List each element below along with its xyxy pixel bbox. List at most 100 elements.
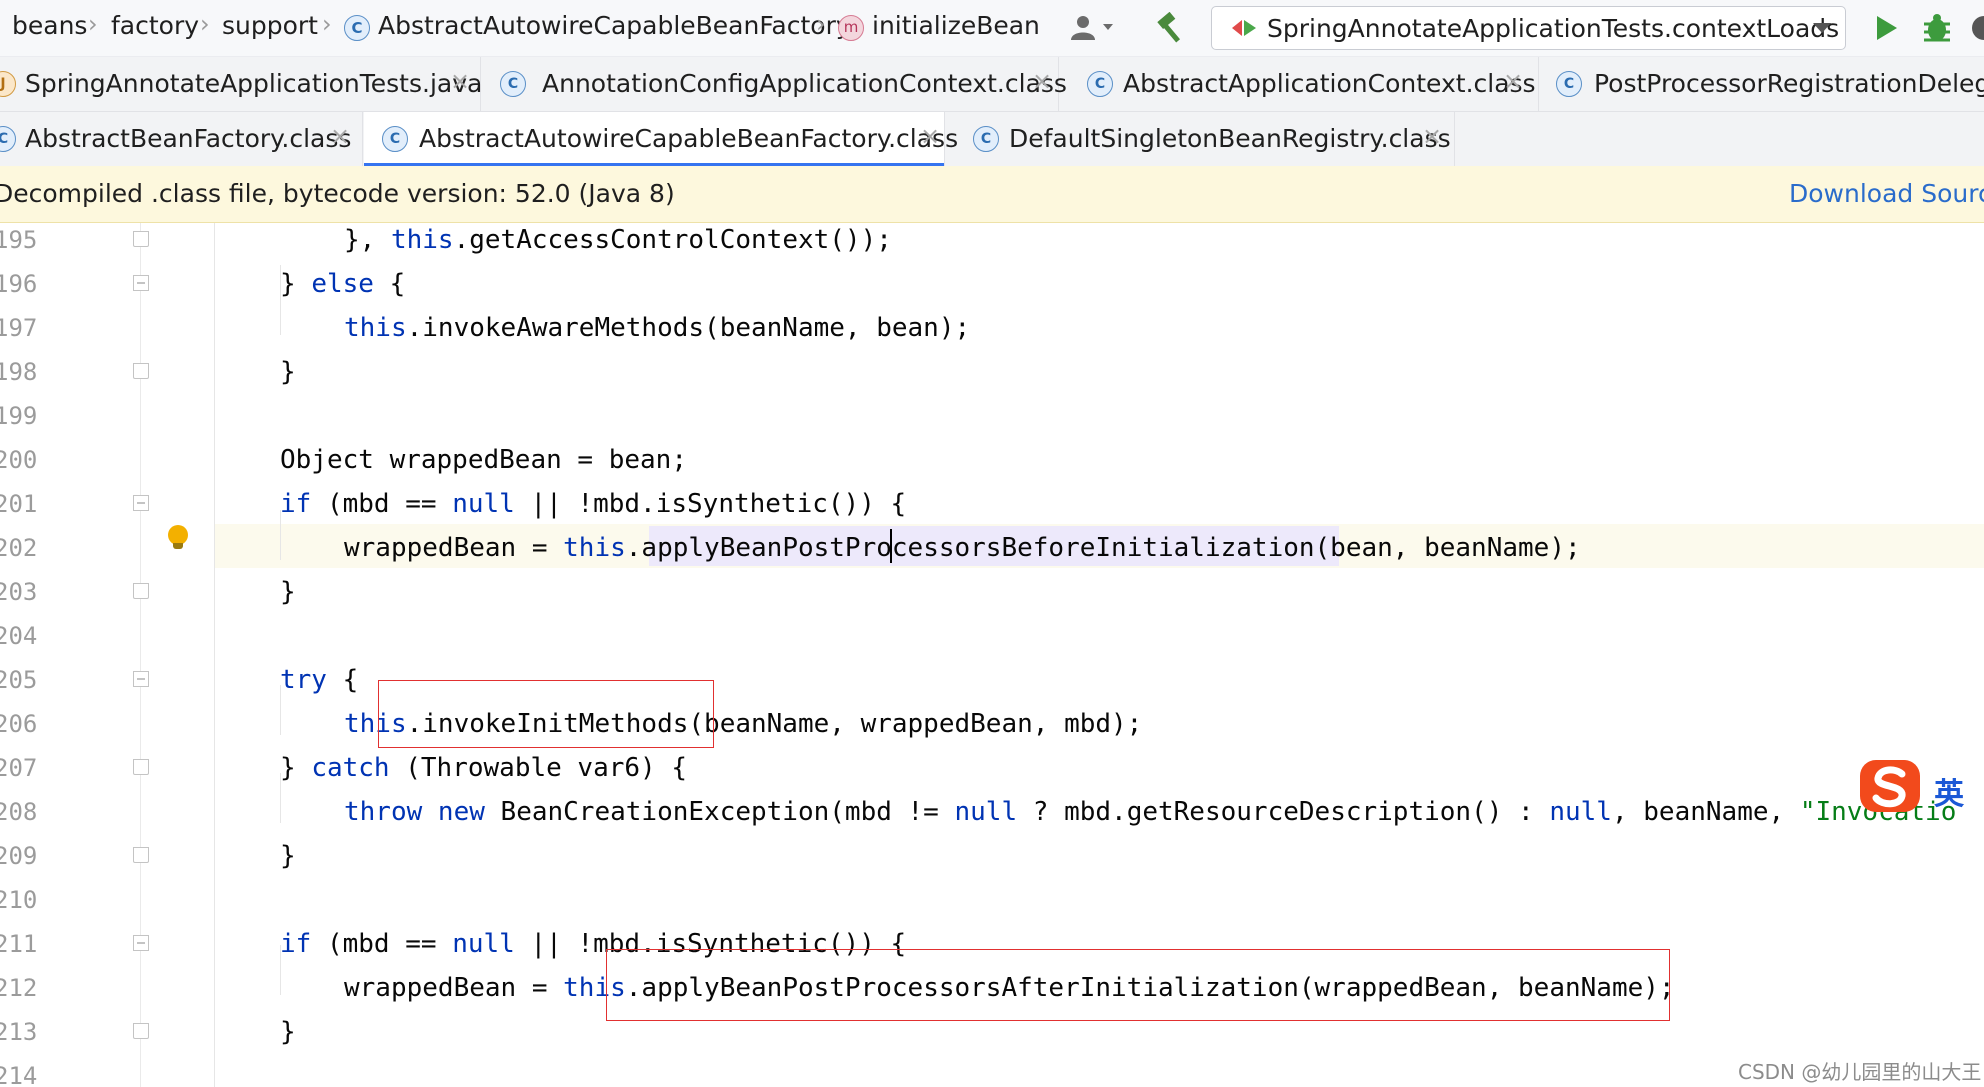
tab-label: AnnotationConfigApplicationContext.class bbox=[542, 69, 1067, 98]
line-number: 201 bbox=[0, 490, 38, 518]
tab-abstractbeanfactory[interactable]: C AbstractBeanFactory.class × bbox=[0, 112, 363, 166]
code-editor[interactable]: 195 196 197 198 199 200 201 202 203 204 … bbox=[0, 223, 1984, 1087]
class-icon: C bbox=[0, 126, 16, 152]
line-number: 214 bbox=[0, 1062, 38, 1087]
lightbulb-base bbox=[173, 543, 183, 549]
line-number: 200 bbox=[0, 446, 38, 474]
download-sources-link[interactable]: Download Sources bbox=[1789, 179, 1984, 208]
close-icon[interactable]: × bbox=[450, 67, 470, 95]
breadcrumb-factory[interactable]: factory bbox=[111, 11, 199, 40]
line-number: 202 bbox=[0, 534, 38, 562]
editor-tabs-row-1: J SpringAnnotateApplicationTests.java × … bbox=[0, 57, 1984, 112]
editor-gutter: 195 196 197 198 199 200 201 202 203 204 … bbox=[0, 223, 214, 1087]
chevron-down-icon bbox=[1813, 23, 1831, 33]
line-number: 198 bbox=[0, 358, 38, 386]
chevron-right-icon: › bbox=[88, 10, 98, 38]
line-number: 205 bbox=[0, 666, 38, 694]
class-icon: C bbox=[382, 126, 408, 152]
close-icon[interactable]: × bbox=[1032, 67, 1052, 95]
code-line-197: this.invokeAwareMethods(beanName, bean); bbox=[344, 313, 971, 343]
debug-bug-icon[interactable] bbox=[1920, 12, 1954, 44]
code-line-209: } bbox=[280, 841, 296, 871]
java-class-icon: J bbox=[0, 71, 16, 97]
line-number: 212 bbox=[0, 974, 38, 1002]
fold-marker-icon[interactable] bbox=[133, 847, 149, 863]
run-configuration-selector[interactable]: SpringAnnotateApplicationTests.contextLo… bbox=[1211, 6, 1846, 50]
tab-annotationconfigapplicationcontext[interactable]: C AnnotationConfigApplicationContext.cla… bbox=[488, 57, 1067, 111]
line-number: 209 bbox=[0, 842, 38, 870]
tab-label: PostProcessorRegistrationDelegat bbox=[1594, 69, 1984, 98]
tab-postprocessorregistrationdelegate[interactable]: C PostProcessorRegistrationDelegat bbox=[1540, 57, 1984, 111]
code-line-203: } bbox=[280, 577, 296, 607]
annotation-box-invokeinitmethods bbox=[378, 680, 714, 748]
fold-marker-icon[interactable] bbox=[133, 935, 149, 951]
sogou-ime-icon[interactable] bbox=[1860, 758, 1924, 816]
navigation-bar: beans › factory › support › C AbstractAu… bbox=[0, 0, 1984, 57]
gutter-divider bbox=[140, 223, 141, 1087]
close-icon[interactable]: × bbox=[330, 122, 350, 150]
method-icon: m bbox=[838, 15, 864, 41]
line-number: 208 bbox=[0, 798, 38, 826]
line-number: 203 bbox=[0, 578, 38, 606]
tab-defaultsingletonbeanregistry[interactable]: C DefaultSingletonBeanRegistry.class × bbox=[946, 112, 1455, 166]
annotation-box-applyafter bbox=[606, 949, 1670, 1021]
line-number: 207 bbox=[0, 754, 38, 782]
class-icon: C bbox=[973, 126, 999, 152]
line-number: 204 bbox=[0, 622, 38, 650]
fold-marker-icon[interactable] bbox=[133, 231, 149, 247]
run-config-label: SpringAnnotateApplicationTests.contextLo… bbox=[1267, 14, 1840, 43]
code-line-195: }, this.getAccessControlContext()); bbox=[344, 225, 892, 255]
run-config-icon bbox=[1232, 20, 1256, 36]
class-icon: C bbox=[1556, 71, 1582, 97]
tab-label: AbstractAutowireCapableBeanFactory.class bbox=[419, 124, 959, 153]
fold-marker-icon[interactable] bbox=[133, 759, 149, 775]
code-line-200: Object wrappedBean = bean; bbox=[280, 445, 687, 475]
run-icon[interactable] bbox=[1873, 14, 1899, 42]
close-icon[interactable]: × bbox=[1503, 67, 1523, 95]
lightbulb-icon[interactable] bbox=[168, 525, 188, 545]
fold-marker-icon[interactable] bbox=[133, 495, 149, 511]
line-number: 213 bbox=[0, 1018, 38, 1046]
ime-language-label[interactable]: 英 bbox=[1934, 769, 1964, 813]
breadcrumb-class[interactable]: AbstractAutowireCapableBeanFactory bbox=[378, 11, 851, 40]
line-number: 195 bbox=[0, 226, 38, 254]
code-line-201: if (mbd == null || !mbd.isSynthetic()) { bbox=[280, 489, 907, 519]
line-number: 199 bbox=[0, 402, 38, 430]
coverage-icon[interactable] bbox=[1970, 14, 1984, 42]
line-number: 206 bbox=[0, 710, 38, 738]
code-line-207: } catch (Throwable var6) { bbox=[280, 753, 688, 783]
tab-label: SpringAnnotateApplicationTests.java bbox=[25, 69, 483, 98]
class-icon: C bbox=[344, 15, 370, 41]
fold-marker-icon[interactable] bbox=[133, 275, 149, 291]
close-icon[interactable]: × bbox=[1422, 122, 1442, 150]
build-hammer-icon[interactable] bbox=[1154, 12, 1188, 44]
tab-abstractautowirecapablebeanfactory[interactable]: C AbstractAutowireCapableBeanFactory.cla… bbox=[364, 112, 958, 167]
code-line-196: } else { bbox=[280, 269, 406, 299]
decompiled-notice-text: Decompiled .class file, bytecode version… bbox=[0, 179, 675, 208]
code-line-198: } bbox=[280, 357, 296, 387]
tab-abstractapplicationcontext[interactable]: C AbstractApplicationContext.class × bbox=[1068, 57, 1539, 111]
breadcrumb-method[interactable]: initializeBean bbox=[872, 11, 1040, 40]
class-icon: C bbox=[1087, 71, 1113, 97]
fold-marker-icon[interactable] bbox=[133, 1023, 149, 1039]
class-icon: C bbox=[500, 71, 526, 97]
line-number: 196 bbox=[0, 270, 38, 298]
fold-marker-icon[interactable] bbox=[133, 671, 149, 687]
tab-label: DefaultSingletonBeanRegistry.class bbox=[1009, 124, 1451, 153]
user-icon[interactable] bbox=[1069, 14, 1121, 42]
breadcrumb-support[interactable]: support bbox=[222, 11, 318, 40]
decompiled-notice-banner: Decompiled .class file, bytecode version… bbox=[0, 166, 1984, 223]
breadcrumb-beans[interactable]: beans bbox=[12, 11, 87, 40]
editor-tabs-row-2: C AbstractBeanFactory.class × C Abstract… bbox=[0, 112, 1984, 167]
code-line-213: } bbox=[280, 1017, 296, 1047]
fold-marker-icon[interactable] bbox=[133, 583, 149, 599]
chevron-right-icon: › bbox=[322, 10, 332, 38]
code-line-202: wrappedBean = this.applyBeanPostProcesso… bbox=[344, 533, 1581, 563]
line-number: 197 bbox=[0, 314, 38, 342]
close-icon[interactable]: × bbox=[920, 122, 940, 150]
fold-marker-icon[interactable] bbox=[133, 363, 149, 379]
text-caret bbox=[890, 529, 892, 563]
chevron-right-icon: › bbox=[816, 10, 826, 38]
tab-label: AbstractApplicationContext.class bbox=[1123, 69, 1536, 98]
tab-springannotateapplicationtests[interactable]: J SpringAnnotateApplicationTests.java × bbox=[0, 57, 483, 111]
